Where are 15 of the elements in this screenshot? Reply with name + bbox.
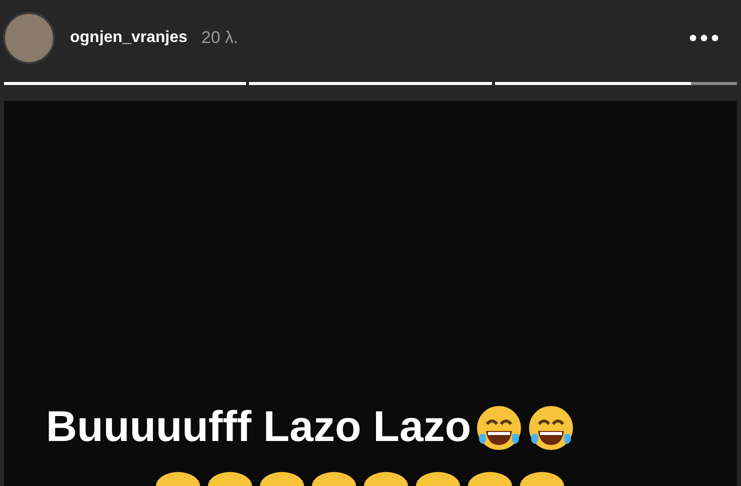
laughing-face-icon bbox=[527, 404, 576, 452]
laughing-face-icon bbox=[475, 404, 524, 452]
post-time: 20 λ. bbox=[201, 28, 238, 48]
laughing-face-icon bbox=[260, 472, 304, 486]
laughing-face-icon bbox=[364, 472, 408, 486]
username[interactable]: ognjen_vranjes bbox=[70, 29, 188, 47]
avatar[interactable] bbox=[3, 12, 55, 64]
laughing-face-icon bbox=[156, 472, 200, 486]
laughing-face-icon bbox=[416, 472, 460, 486]
story-caption: Buuuuufff Lazo Lazo bbox=[46, 403, 472, 452]
laughing-face-icon bbox=[208, 472, 252, 486]
laughing-face-icon bbox=[312, 472, 356, 486]
laughing-face-icon bbox=[520, 472, 564, 486]
laughing-face-icon bbox=[468, 472, 512, 486]
more-options-icon[interactable] bbox=[689, 34, 719, 42]
